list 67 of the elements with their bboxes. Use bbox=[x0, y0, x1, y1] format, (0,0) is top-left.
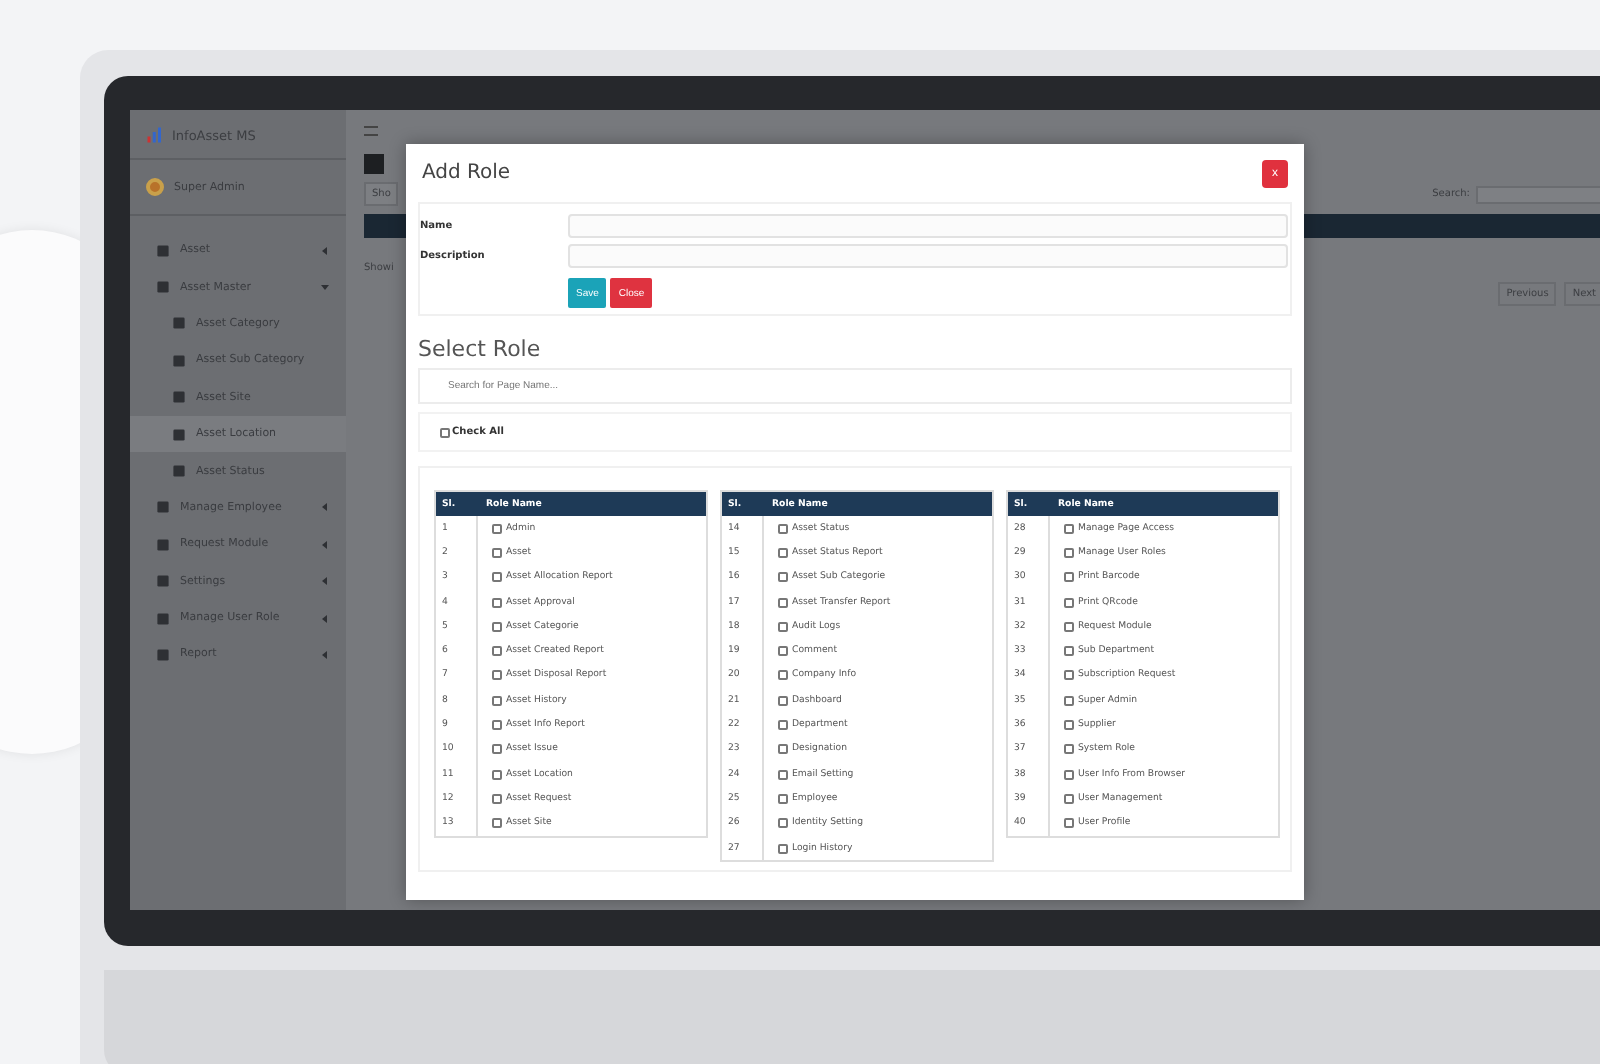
checkbox[interactable] bbox=[778, 597, 788, 608]
checkbox[interactable] bbox=[778, 793, 788, 804]
square-icon bbox=[156, 574, 170, 589]
checkbox[interactable] bbox=[492, 523, 502, 534]
checkbox[interactable] bbox=[1064, 572, 1074, 583]
square-icon bbox=[156, 611, 170, 626]
caret-icon bbox=[320, 649, 330, 660]
checkbox[interactable] bbox=[1064, 646, 1074, 657]
checkbox[interactable] bbox=[778, 744, 788, 755]
checkbox[interactable] bbox=[492, 670, 502, 681]
square-icon bbox=[172, 390, 186, 405]
checkbox[interactable] bbox=[1064, 720, 1074, 731]
checkbox[interactable] bbox=[778, 720, 788, 731]
checkbox[interactable] bbox=[1064, 597, 1074, 608]
avatar bbox=[146, 178, 164, 196]
input-field[interactable] bbox=[568, 213, 1288, 237]
checkbox[interactable] bbox=[778, 769, 788, 780]
checkbox[interactable] bbox=[492, 621, 502, 632]
checkbox[interactable] bbox=[778, 621, 788, 632]
checkbox[interactable] bbox=[440, 427, 450, 437]
checkbox[interactable] bbox=[1064, 818, 1074, 829]
checkbox[interactable] bbox=[1064, 744, 1074, 755]
caret-icon bbox=[320, 245, 330, 256]
square-icon bbox=[156, 537, 170, 552]
checkbox[interactable] bbox=[492, 572, 502, 583]
checkbox[interactable] bbox=[1064, 621, 1074, 632]
checkbox[interactable] bbox=[492, 793, 502, 804]
checkbox[interactable] bbox=[1064, 695, 1074, 706]
section-title: Select Role bbox=[418, 336, 543, 362]
checkbox[interactable] bbox=[1064, 547, 1074, 558]
checkbox[interactable] bbox=[778, 646, 788, 657]
square-icon bbox=[156, 243, 170, 258]
checkbox[interactable] bbox=[778, 843, 788, 853]
checkbox[interactable] bbox=[778, 547, 788, 558]
square-icon bbox=[156, 500, 170, 515]
square-icon bbox=[172, 353, 186, 368]
checkbox[interactable] bbox=[1064, 670, 1074, 681]
caret-icon bbox=[320, 539, 330, 550]
square-icon bbox=[172, 464, 186, 479]
square-icon bbox=[172, 316, 186, 331]
checkbox[interactable] bbox=[492, 597, 502, 608]
checkbox[interactable] bbox=[778, 670, 788, 681]
checkbox[interactable] bbox=[778, 818, 788, 829]
checkbox[interactable] bbox=[1064, 523, 1074, 534]
square-icon bbox=[156, 647, 170, 662]
bar-chart-icon bbox=[146, 126, 164, 144]
checkbox[interactable] bbox=[492, 646, 502, 657]
checkbox[interactable] bbox=[778, 523, 788, 534]
checkbox[interactable] bbox=[492, 695, 502, 706]
input-field[interactable] bbox=[568, 243, 1288, 267]
checkbox[interactable] bbox=[492, 547, 502, 558]
checkbox[interactable] bbox=[492, 769, 502, 780]
dialog-title: Add Role bbox=[422, 162, 511, 184]
checkbox[interactable] bbox=[492, 818, 502, 829]
checkbox[interactable] bbox=[1064, 769, 1074, 780]
checkbox[interactable] bbox=[492, 720, 502, 731]
checkbox[interactable] bbox=[492, 744, 502, 755]
checkbox[interactable] bbox=[778, 695, 788, 706]
checkbox[interactable] bbox=[778, 572, 788, 583]
caret-icon bbox=[320, 502, 330, 513]
caret-icon bbox=[320, 282, 330, 293]
menu-icon[interactable] bbox=[364, 126, 378, 136]
caret-icon bbox=[320, 576, 330, 587]
square-icon bbox=[172, 427, 186, 442]
square-icon bbox=[156, 280, 170, 295]
caret-icon bbox=[320, 613, 330, 624]
checkbox[interactable] bbox=[1064, 793, 1074, 804]
